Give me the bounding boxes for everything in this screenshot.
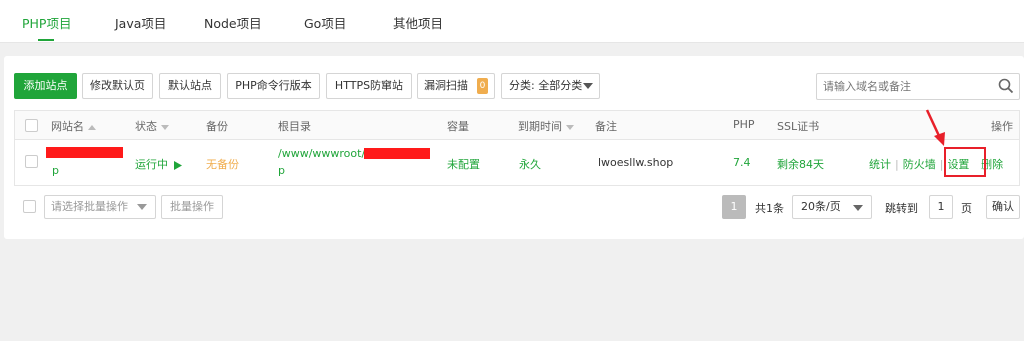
header-actions: 操作 bbox=[991, 120, 1013, 133]
sort-desc-icon bbox=[566, 124, 574, 130]
sort-desc-icon bbox=[161, 124, 169, 130]
root-dir-link[interactable]: /www/wwwroot/ bbox=[278, 147, 365, 160]
header-root-dir: 根目录 bbox=[278, 120, 311, 133]
select-all-checkbox[interactable] bbox=[25, 119, 38, 132]
header-status-label: 状态 bbox=[135, 120, 157, 133]
goto-confirm-button[interactable]: 确认 bbox=[986, 195, 1020, 219]
tab-php[interactable]: PHP项目 bbox=[22, 13, 71, 32]
row-checkbox[interactable] bbox=[25, 155, 38, 168]
search-box bbox=[816, 73, 1020, 100]
root-dir-suffix[interactable]: p bbox=[278, 164, 285, 177]
firewall-link[interactable]: 防火墙 bbox=[903, 158, 936, 171]
tab-node[interactable]: Node项目 bbox=[204, 13, 262, 32]
search-input[interactable] bbox=[817, 74, 993, 99]
header-php: PHP bbox=[733, 118, 755, 131]
goto-page-input[interactable]: 1 bbox=[929, 195, 953, 219]
goto-label: 跳转到 bbox=[885, 202, 918, 215]
chevron-down-icon bbox=[583, 83, 593, 89]
remark-field[interactable]: lwoesllw.shop bbox=[598, 156, 673, 169]
batch-operation-button[interactable]: 批量操作 bbox=[161, 195, 223, 219]
red-arrow-icon bbox=[925, 109, 945, 146]
category-select-value: 分类: 全部分类 bbox=[509, 79, 583, 92]
search-icon[interactable] bbox=[998, 78, 1014, 97]
add-site-button[interactable]: 添加站点 bbox=[14, 73, 77, 99]
project-tabs: PHP项目 Java项目 Node项目 Go项目 其他项目 bbox=[0, 0, 1024, 43]
vuln-scan-label: 漏洞扫描 bbox=[424, 79, 468, 92]
header-site-name[interactable]: 网站名 bbox=[51, 118, 96, 134]
header-expire[interactable]: 到期时间 bbox=[518, 118, 574, 134]
page-size-value: 20条/页 bbox=[801, 200, 841, 213]
tab-other[interactable]: 其他项目 bbox=[393, 13, 443, 32]
header-site-name-label: 网站名 bbox=[51, 120, 84, 133]
tab-java[interactable]: Java项目 bbox=[115, 13, 166, 32]
php-cli-version-button[interactable]: PHP命令行版本 bbox=[227, 73, 320, 99]
action-separator: | bbox=[939, 158, 944, 171]
vuln-count-badge: 0 bbox=[477, 78, 488, 94]
batch-operation-placeholder: 请选择批量操作 bbox=[51, 200, 128, 213]
header-ssl: SSL证书 bbox=[777, 120, 820, 133]
total-count: 共1条 bbox=[755, 202, 784, 215]
php-version-link[interactable]: 7.4 bbox=[733, 156, 751, 169]
table-header: 网站名 状态 备份 根目录 容量 到期时间 备注 PHP SSL证书 操作 bbox=[15, 111, 1019, 140]
play-icon bbox=[173, 160, 182, 170]
header-expire-label: 到期时间 bbox=[518, 120, 562, 133]
redacted-site-name bbox=[46, 147, 123, 158]
edit-default-page-button[interactable]: 修改默认页 bbox=[82, 73, 153, 99]
sort-asc-icon bbox=[88, 124, 96, 130]
action-separator: | bbox=[895, 158, 899, 171]
page-size-select[interactable]: 20条/页 bbox=[792, 195, 872, 219]
status-label: 运行中 bbox=[135, 158, 168, 171]
header-backup: 备份 bbox=[206, 120, 228, 133]
settings-highlight-box bbox=[944, 147, 986, 177]
stats-link[interactable]: 统计 bbox=[869, 158, 891, 171]
site-table: 网站名 状态 备份 根目录 容量 到期时间 备注 PHP SSL证书 操作 p … bbox=[14, 110, 1020, 186]
backup-link[interactable]: 无备份 bbox=[206, 156, 239, 172]
tab-go[interactable]: Go项目 bbox=[304, 13, 346, 32]
page-unit-label: 页 bbox=[961, 202, 972, 215]
https-protection-button[interactable]: HTTPS防窜站 bbox=[326, 73, 412, 99]
header-quota: 容量 bbox=[447, 120, 469, 133]
header-status[interactable]: 状态 bbox=[135, 118, 169, 134]
footer-select-all-checkbox[interactable] bbox=[23, 200, 36, 213]
category-select[interactable]: 分类: 全部分类 bbox=[501, 73, 600, 99]
expire-link[interactable]: 永久 bbox=[519, 156, 541, 172]
chevron-down-icon bbox=[137, 204, 147, 210]
status-toggle[interactable]: 运行中 bbox=[135, 156, 182, 172]
active-tab-indicator bbox=[38, 39, 54, 41]
chevron-down-icon bbox=[853, 205, 863, 211]
quota-link[interactable]: 未配置 bbox=[447, 156, 480, 172]
redacted-root-dir bbox=[364, 148, 430, 159]
ssl-link[interactable]: 剩余84天 bbox=[777, 156, 824, 172]
header-remark: 备注 bbox=[595, 120, 617, 133]
default-site-button[interactable]: 默认站点 bbox=[159, 73, 221, 99]
site-name-link[interactable]: p bbox=[52, 164, 59, 177]
current-page-button[interactable]: 1 bbox=[722, 195, 746, 219]
batch-operation-select[interactable]: 请选择批量操作 bbox=[44, 195, 156, 219]
